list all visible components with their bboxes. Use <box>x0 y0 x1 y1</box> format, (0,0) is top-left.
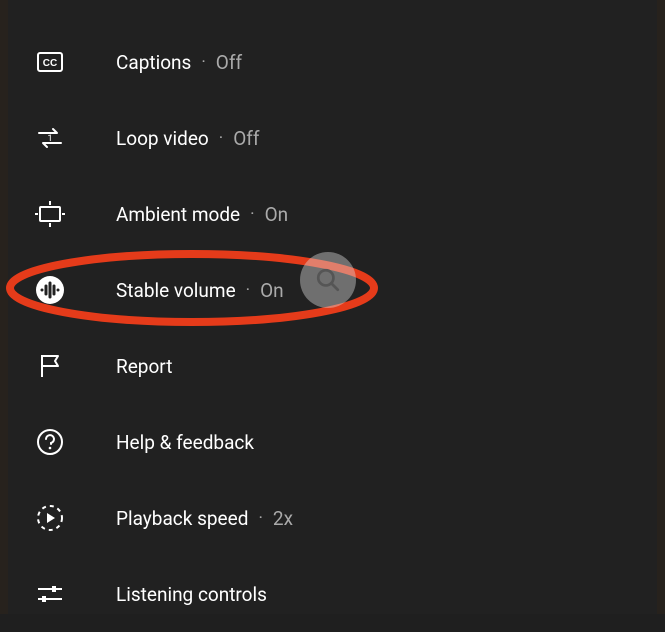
stable-volume-label: Stable volume <box>116 279 236 302</box>
separator-dot: · <box>246 280 250 300</box>
menu-item-ambient-mode[interactable]: Ambient mode · On <box>8 176 657 252</box>
playback-speed-icon <box>32 500 68 536</box>
help-icon <box>32 424 68 460</box>
settings-menu-panel: CC Captions · Off 1 Loop video · Off <box>8 0 657 614</box>
unknown-icon <box>32 0 68 30</box>
ambient-icon <box>32 196 68 232</box>
menu-item-listening-controls[interactable]: Listening controls <box>8 556 657 632</box>
menu-item-stable-volume[interactable]: Stable volume · On <box>8 252 657 328</box>
loop-label: Loop video <box>116 127 209 150</box>
loop-icon: 1 <box>32 120 68 156</box>
captions-status: Off <box>216 51 242 74</box>
separator-dot: · <box>250 204 254 224</box>
help-label: Help & feedback <box>116 431 254 454</box>
listening-controls-label: Listening controls <box>116 583 267 606</box>
captions-label: Captions <box>116 51 191 74</box>
menu-item-help-feedback[interactable]: Help & feedback <box>8 404 657 480</box>
playback-speed-status: 2x <box>273 507 293 530</box>
separator-dot: · <box>219 128 223 148</box>
captions-icon: CC <box>32 44 68 80</box>
menu-item-loop-video[interactable]: 1 Loop video · Off <box>8 100 657 176</box>
svg-text:CC: CC <box>43 58 57 69</box>
loop-status: Off <box>233 127 259 150</box>
menu-item-truncated[interactable] <box>8 0 657 24</box>
menu-item-captions[interactable]: CC Captions · Off <box>8 24 657 100</box>
separator-dot: · <box>258 508 262 528</box>
ambient-label: Ambient mode <box>116 203 240 226</box>
separator-dot: · <box>201 52 205 72</box>
stable-volume-status: On <box>260 279 284 302</box>
svg-text:1: 1 <box>47 134 52 144</box>
sliders-icon <box>32 576 68 612</box>
playback-speed-label: Playback speed <box>116 507 248 530</box>
menu-item-playback-speed[interactable]: Playback speed · 2x <box>8 480 657 556</box>
ambient-status: On <box>265 203 289 226</box>
menu-item-report[interactable]: Report <box>8 328 657 404</box>
report-label: Report <box>116 355 172 378</box>
stable-volume-icon <box>32 272 68 308</box>
flag-icon <box>32 348 68 384</box>
